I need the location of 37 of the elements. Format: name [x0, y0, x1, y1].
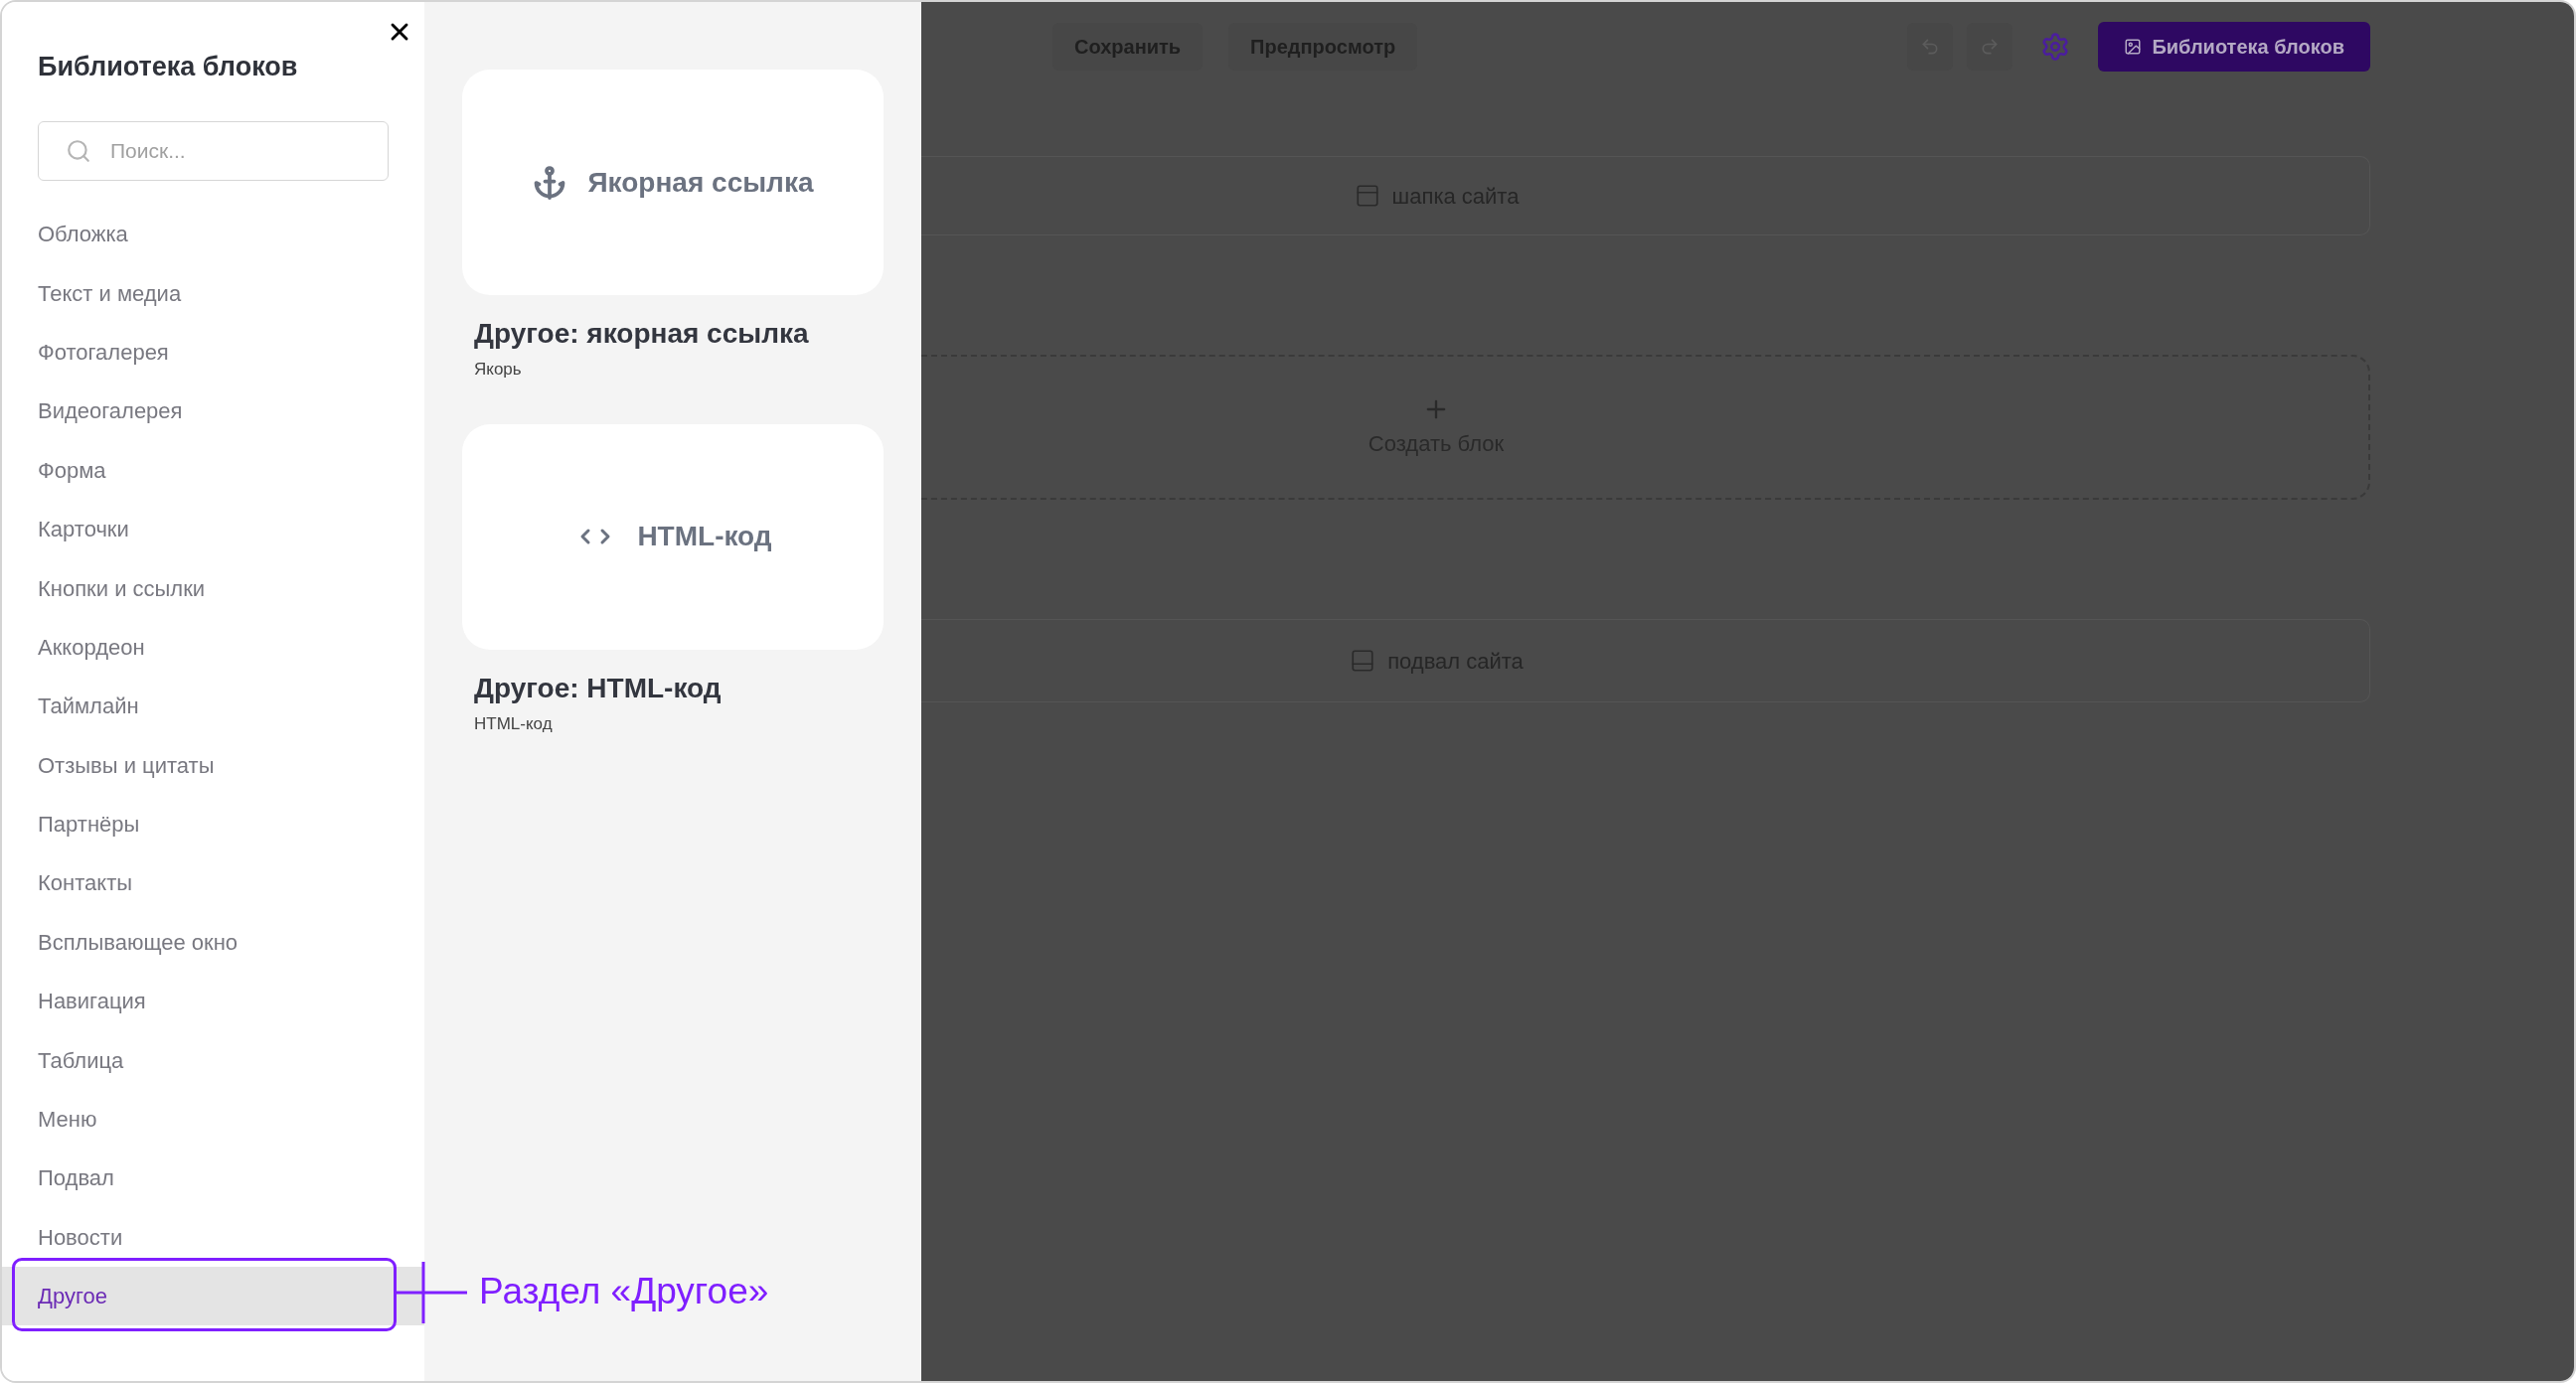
category-item[interactable]: Подвал — [2, 1149, 424, 1208]
search-icon — [66, 138, 91, 164]
category-item[interactable]: Аккордеон — [2, 617, 424, 678]
category-item[interactable]: Кнопки и ссылки — [2, 558, 424, 618]
card-title: Другое: HTML-код — [474, 671, 723, 705]
card-title: Другое: якорная ссылка — [474, 317, 810, 351]
category-item[interactable]: Контакты — [2, 853, 424, 913]
category-item[interactable]: Другое — [2, 1267, 424, 1326]
card-preview-label: Якорная ссылка — [587, 165, 814, 200]
category-item[interactable]: Карточки — [2, 499, 424, 559]
settings-icon[interactable] — [2040, 32, 2071, 62]
panel-title: Библиотека блоков — [38, 51, 299, 83]
category-item[interactable]: Всплывающее окно — [2, 912, 424, 973]
category-item[interactable]: Партнёры — [2, 794, 424, 854]
header-icon — [1354, 183, 1380, 209]
search-field[interactable]: Поиск... — [38, 121, 389, 181]
callout-line — [396, 1262, 467, 1323]
category-item[interactable]: Обложка — [2, 205, 424, 264]
card-subtitle: Якорь — [474, 359, 523, 381]
category-item[interactable]: Видеогалерея — [2, 382, 424, 441]
category-item[interactable]: Новости — [2, 1207, 424, 1268]
card-preview-label: HTML-код — [637, 520, 772, 553]
image-icon — [2124, 38, 2143, 56]
block-card[interactable]: HTML-код — [462, 423, 884, 650]
card-subtitle: HTML-код — [474, 712, 554, 735]
category-item[interactable]: Отзывы и цитаты — [2, 735, 424, 795]
category-item[interactable]: Форма — [2, 440, 424, 500]
block-library-button[interactable]: Библиотека блоков — [2098, 22, 2370, 72]
category-item[interactable]: Навигация — [2, 972, 424, 1031]
category-item[interactable]: Текст и медиа — [2, 263, 424, 323]
callout-label: Раздел «Другое» — [479, 1270, 769, 1313]
category-item[interactable]: Меню — [2, 1089, 424, 1150]
block-card[interactable]: Якорная ссылка — [462, 70, 884, 295]
category-item[interactable]: Таймлайн — [2, 677, 424, 736]
category-item[interactable]: Фотогалерея — [2, 322, 424, 383]
category-item[interactable]: Таблица — [2, 1030, 424, 1090]
footer-icon — [1350, 648, 1376, 674]
